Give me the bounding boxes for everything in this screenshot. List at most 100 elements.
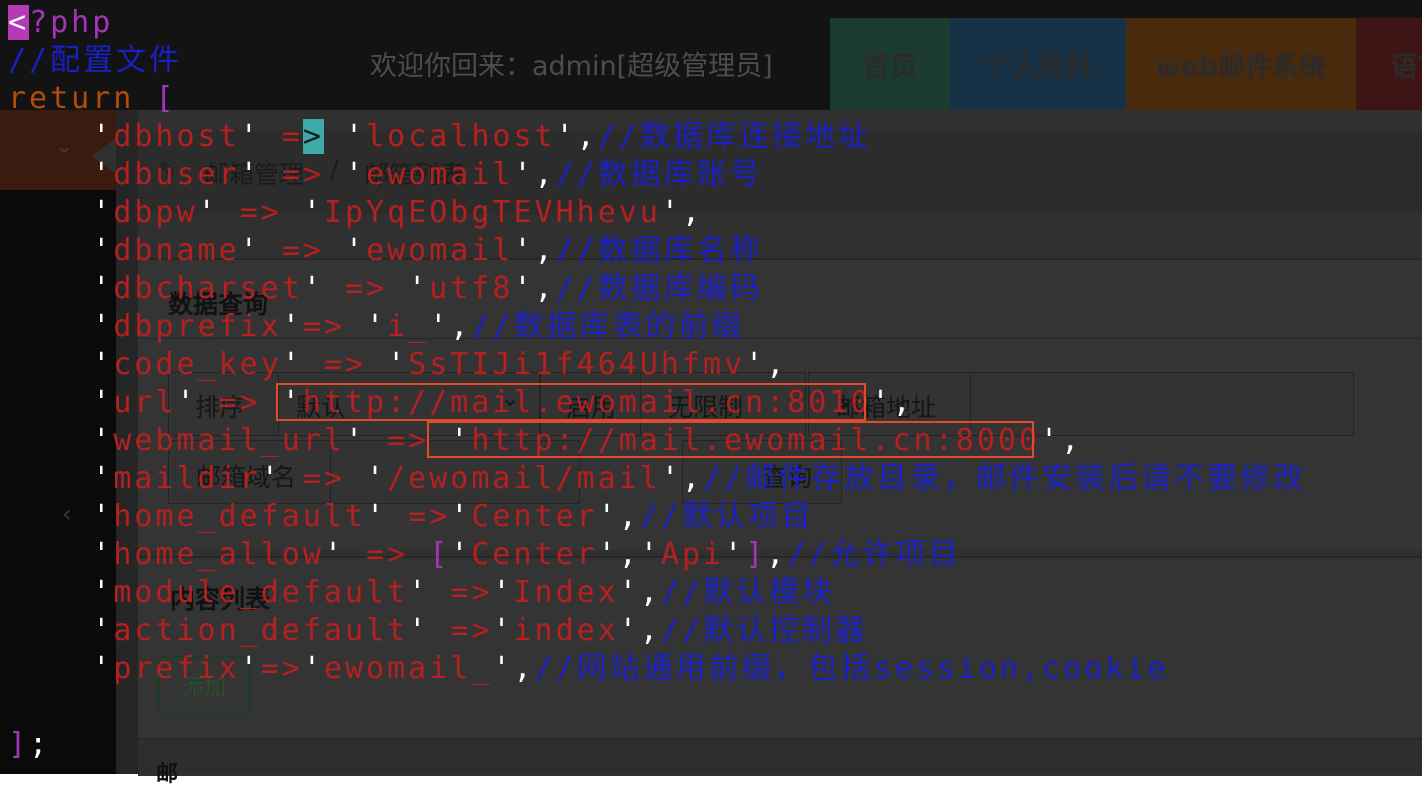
code-token: ' — [239, 233, 282, 268]
code-token: i_ — [387, 309, 430, 344]
code-token: ' — [239, 651, 261, 686]
code-token: dbuser — [113, 157, 240, 192]
code-line: <?php — [8, 4, 113, 42]
code-token: ewomail — [366, 157, 514, 192]
code-token: ' — [92, 499, 114, 534]
code-token: < — [8, 5, 30, 40]
code-token: ' — [92, 157, 114, 192]
code-token: ' — [281, 309, 303, 344]
code-token: ' — [492, 613, 514, 648]
code-token: Center — [471, 537, 598, 572]
code-token: //默认项目 — [639, 499, 814, 534]
code-token: action_default — [113, 613, 409, 648]
code-line: 'dbhost' => 'localhost',//数据库连接地址 — [8, 118, 871, 156]
code-token: ' — [92, 423, 114, 458]
code-token: ' — [92, 613, 114, 648]
code-token: ' — [92, 309, 114, 344]
code-token: /ewomail/mail — [387, 461, 661, 496]
code-token: [ — [429, 537, 451, 572]
code-token: Api — [660, 537, 725, 572]
code-token: Center — [471, 499, 598, 534]
code-token: //数据库连接地址 — [597, 119, 871, 154]
code-token: ', — [513, 271, 556, 306]
code-token: ', — [618, 575, 661, 610]
code-token: prefix — [113, 651, 240, 686]
code-token: ' — [323, 119, 367, 154]
code-token: ' — [92, 119, 114, 154]
code-token: maildir — [113, 461, 261, 496]
code-token: //邮件存放目录，邮件安装后请不要修改 — [703, 461, 1307, 496]
code-token: ' — [492, 575, 514, 610]
code-token: Index — [513, 575, 619, 610]
code-token: => — [260, 651, 303, 686]
code-token: ' — [366, 499, 409, 534]
code-token: ' — [239, 157, 282, 192]
code-token: ', — [618, 613, 661, 648]
code-line: 'dbuser' => 'ewomail',//数据库账号 — [8, 156, 763, 194]
code-token: ' — [260, 461, 303, 496]
code-token: => — [218, 385, 261, 420]
code-token: webmail_url — [113, 423, 345, 458]
code-token: ' — [724, 537, 746, 572]
code-token: ' — [450, 499, 472, 534]
code-token: = — [281, 119, 303, 154]
code-token: ', — [597, 499, 640, 534]
code-token: => — [281, 157, 324, 192]
code-token: ' — [92, 385, 114, 420]
code-token: localhost — [366, 119, 556, 154]
highlight-box-url — [276, 383, 866, 421]
code-token: => — [408, 499, 451, 534]
code-token: => — [450, 613, 493, 648]
code-token: ' — [239, 119, 282, 154]
code-token: ' — [281, 347, 324, 382]
code-token: ', — [429, 309, 472, 344]
code-token: => — [345, 271, 388, 306]
code-token: IpYqEObgTEVHhevu — [323, 195, 661, 230]
code-token: ] — [745, 537, 767, 572]
code-token: //数据库名称 — [555, 233, 763, 268]
code-token: ', — [513, 233, 556, 268]
code-token: => — [281, 233, 324, 268]
code-token: dbname — [113, 233, 240, 268]
code-token: //默认控制器 — [660, 613, 869, 648]
code-line: 'code_key' => 'SsTIJi1f464Uhfmv', — [8, 346, 787, 384]
code-token: //网站通用前缀，包括session,cookie — [534, 651, 1169, 686]
code-token: ', — [660, 461, 704, 496]
code-token: module_default — [113, 575, 409, 610]
code-line: 'module_default' =>'Index',//默认模块 — [8, 574, 835, 612]
code-token: utf8 — [429, 271, 514, 306]
code-token: ' — [92, 461, 114, 496]
code-line: 'dbprefix'=> 'i_',//数据库表的前缀 — [8, 308, 745, 346]
code-token: ' — [92, 651, 114, 686]
code-token: dbpw — [113, 195, 198, 230]
code-line: //配置文件 — [8, 42, 182, 80]
code-token: ' — [345, 461, 388, 496]
code-line: 'dbcharset' => 'utf8',//数据库编码 — [8, 270, 763, 308]
code-token: => — [239, 195, 282, 230]
code-token: ' — [302, 651, 324, 686]
code-line: 'action_default' =>'index',//默认控制器 — [8, 612, 868, 650]
code-token: ', — [1040, 423, 1083, 458]
code-line: 'home_allow' => ['Center','Api'],//允许项目 — [8, 536, 961, 574]
code-token: //数据库表的前缀 — [471, 309, 745, 344]
code-token: ', — [492, 651, 535, 686]
code-token: ' — [92, 271, 114, 306]
code-token: dbhost — [113, 119, 240, 154]
code-token: => — [366, 537, 409, 572]
code-token: ewomail_ — [323, 651, 493, 686]
code-token: => — [450, 575, 493, 610]
code-token: ' — [323, 537, 367, 572]
code-token: ', — [871, 385, 914, 420]
code-token: dbcharset — [113, 271, 303, 306]
code-token: ' — [281, 195, 324, 230]
code-token: home_allow — [113, 537, 324, 572]
code-token: //数据库编码 — [555, 271, 763, 306]
code-token: => — [302, 309, 345, 344]
code-token: ' — [323, 157, 367, 192]
code-token: ' — [92, 233, 114, 268]
